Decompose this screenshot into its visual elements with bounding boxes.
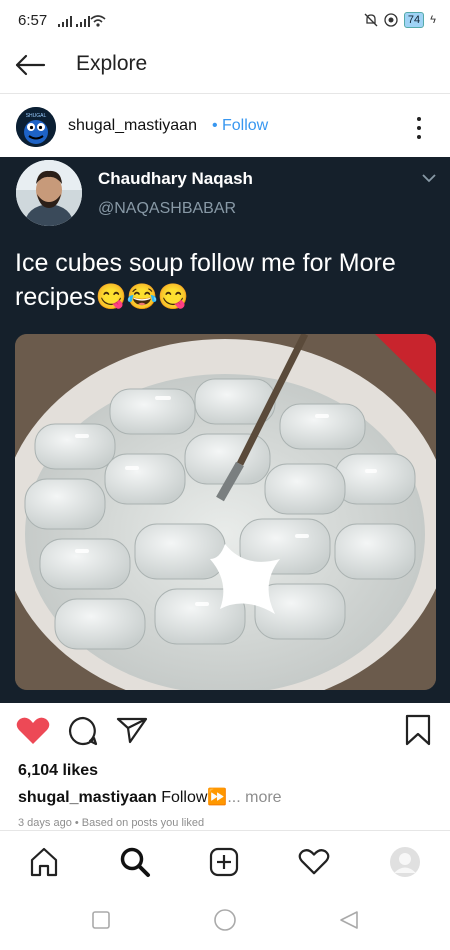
app-header: Explore [0, 44, 450, 92]
status-time: 6:57 [18, 12, 48, 29]
activity-icon[interactable] [298, 848, 330, 876]
system-nav [0, 892, 450, 950]
tweet-text: Ice cubes soup follow me for More recipe… [15, 249, 396, 311]
more-icon[interactable] [413, 114, 425, 140]
tweet-author-handle: @NAQASHBABAR [98, 200, 237, 217]
header-divider [0, 93, 450, 94]
signal-icon [58, 16, 74, 27]
status-right: 74 ϟ [364, 12, 436, 28]
recents-icon[interactable] [92, 911, 110, 929]
caption-text: Follow⏩ [161, 789, 228, 806]
caption: shugal_mastiyaan Follow⏩... more [18, 787, 282, 807]
profile-icon[interactable] [389, 846, 421, 878]
status-bar: 6:57 74 ϟ [0, 0, 450, 44]
bookmark-icon[interactable] [404, 714, 432, 746]
page-title: Explore [76, 52, 148, 75]
tweet-author-name: Chaudhary Naqash [98, 169, 253, 188]
comment-icon[interactable] [68, 716, 98, 746]
bottom-nav [0, 830, 450, 893]
heart-icon[interactable] [16, 716, 50, 746]
back-button-icon[interactable] [339, 910, 359, 930]
follow-button[interactable]: Follow [222, 117, 268, 135]
ice-cubes-photo [15, 334, 436, 690]
post-actions [0, 710, 450, 754]
post-meta: 3 days ago • Based on posts you liked [18, 817, 205, 829]
charging-icon: ϟ [430, 14, 436, 26]
caption-username[interactable]: shugal_mastiyaan [18, 789, 157, 806]
home-button-icon[interactable] [214, 909, 236, 931]
search-icon[interactable] [119, 846, 151, 878]
avatar[interactable]: SHUGAL [16, 107, 56, 147]
back-arrow-icon[interactable] [14, 54, 46, 76]
dot-separator: • [212, 117, 218, 134]
wifi-icon [90, 15, 106, 27]
svg-text:SHUGAL: SHUGAL [26, 113, 47, 119]
data-saver-icon [384, 13, 398, 27]
post-username[interactable]: shugal_mastiyaan [68, 117, 197, 135]
battery-icon: 74 [403, 12, 425, 28]
share-icon[interactable] [116, 716, 148, 744]
home-icon[interactable] [29, 847, 59, 877]
chevron-down-icon [422, 174, 436, 183]
likes-count[interactable]: 6,104 likes [18, 762, 98, 780]
tweet-avatar [16, 160, 82, 226]
add-icon[interactable] [209, 847, 239, 877]
caption-more[interactable]: ... more [227, 789, 281, 806]
mute-bell-icon [364, 13, 378, 27]
